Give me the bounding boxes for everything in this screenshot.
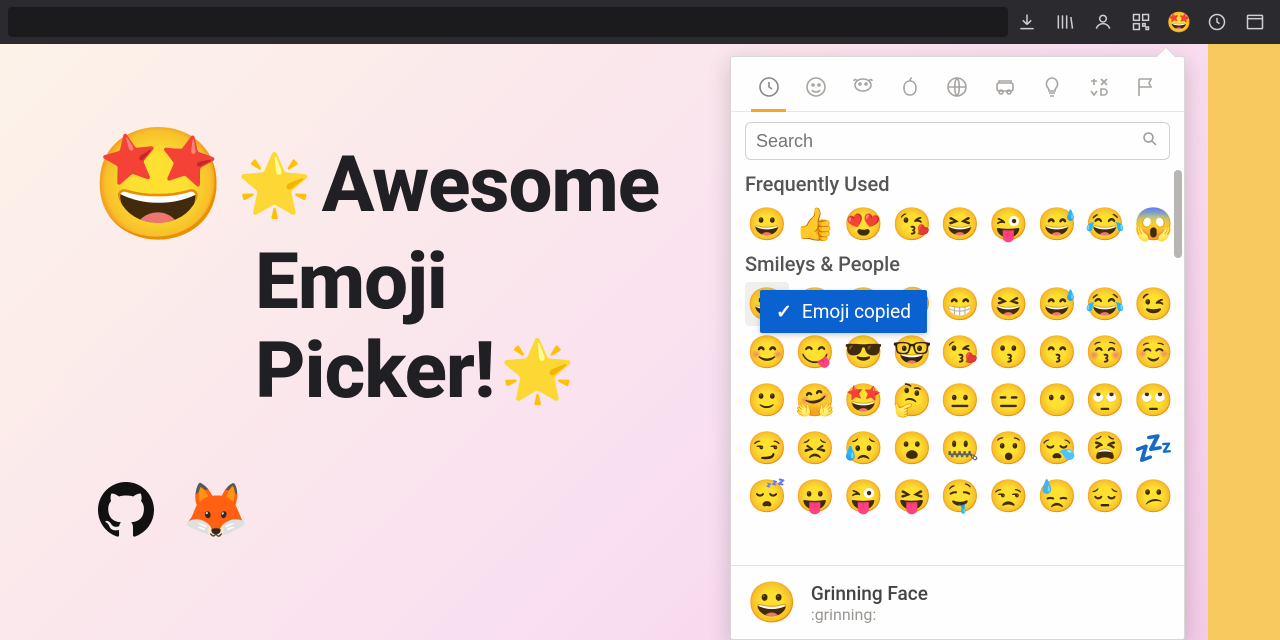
emoji-cell[interactable]: 🙂 bbox=[745, 378, 789, 422]
emoji-cell[interactable]: 🤩 bbox=[842, 378, 886, 422]
url-bar[interactable] bbox=[8, 7, 1008, 37]
emoji-cell[interactable]: 😋 bbox=[793, 330, 837, 374]
emoji-cell[interactable]: 😪 bbox=[1035, 426, 1079, 470]
title-line2: Emoji bbox=[255, 240, 730, 326]
toolbar-icons: 🤩 bbox=[1016, 11, 1280, 33]
sparkle-icon: 🌟 bbox=[500, 341, 575, 401]
copied-toast: ✓ Emoji copied bbox=[760, 290, 927, 333]
qr-icon[interactable] bbox=[1130, 11, 1152, 33]
emoji-cell[interactable]: 😀 bbox=[745, 202, 789, 246]
tab-objects[interactable] bbox=[1028, 67, 1075, 111]
window-icon[interactable] bbox=[1244, 11, 1266, 33]
search-icon bbox=[1141, 130, 1159, 152]
tab-travel[interactable] bbox=[981, 67, 1028, 111]
tab-activity[interactable] bbox=[934, 67, 981, 111]
emoji-cell[interactable]: 🤔 bbox=[890, 378, 934, 422]
emoji-cell[interactable]: 👍 bbox=[793, 202, 837, 246]
emoji-cell[interactable]: 🤓 bbox=[890, 330, 934, 374]
search-box[interactable] bbox=[745, 122, 1170, 160]
hero-emoji: 🤩 bbox=[90, 130, 227, 240]
title-line1: Awesome bbox=[322, 140, 659, 231]
title-line3: Picker! bbox=[255, 326, 494, 417]
emoji-cell[interactable]: 😔 bbox=[1083, 474, 1127, 518]
preview-bar: 😀 Grinning Face :grinning: bbox=[731, 565, 1184, 639]
account-icon[interactable] bbox=[1092, 11, 1114, 33]
emoji-cell[interactable]: 🤗 bbox=[793, 378, 837, 422]
search-input[interactable] bbox=[756, 131, 1141, 152]
tab-food[interactable] bbox=[887, 67, 934, 111]
emoji-cell[interactable]: 💤 bbox=[1132, 426, 1176, 470]
emoji-cell[interactable]: 😝 bbox=[890, 474, 934, 518]
emoji-cell[interactable]: 😜 bbox=[987, 202, 1031, 246]
emoji-picker-panel: Frequently Used 😀👍😍😘😆😜😅😂😱 Smileys & Peop… bbox=[730, 56, 1185, 640]
emoji-cell[interactable]: 😑 bbox=[987, 378, 1031, 422]
emoji-cell[interactable]: 😎 bbox=[842, 330, 886, 374]
emoji-cell[interactable]: 😅 bbox=[1035, 202, 1079, 246]
emoji-cell[interactable]: 😱 bbox=[1132, 202, 1176, 246]
check-icon: ✓ bbox=[776, 300, 792, 323]
preview-code: :grinning: bbox=[811, 605, 928, 624]
emoji-cell[interactable]: 😂 bbox=[1083, 202, 1127, 246]
emoji-cell[interactable]: 😆 bbox=[938, 202, 982, 246]
emoji-scroll-area: Frequently Used 😀👍😍😘😆😜😅😂😱 Smileys & Peop… bbox=[731, 166, 1184, 565]
sparkle-icon: 🌟 bbox=[237, 155, 312, 215]
category-tabs bbox=[731, 57, 1184, 112]
emoji-cell[interactable]: 🙄 bbox=[1083, 378, 1127, 422]
emoji-cell[interactable]: 😂 bbox=[1083, 282, 1127, 326]
emoji-extension-icon[interactable]: 🤩 bbox=[1168, 11, 1190, 33]
tab-flags[interactable] bbox=[1123, 67, 1170, 111]
emoji-cell[interactable]: 😁 bbox=[938, 282, 982, 326]
preview-name: Grinning Face bbox=[811, 582, 928, 605]
section-frequent-title: Frequently Used bbox=[745, 172, 1176, 196]
emoji-cell[interactable]: 😮 bbox=[890, 426, 934, 470]
right-accent-band bbox=[1208, 0, 1280, 640]
tab-symbols[interactable] bbox=[1076, 67, 1123, 111]
emoji-cell[interactable]: 😒 bbox=[987, 474, 1031, 518]
tab-animals[interactable] bbox=[839, 67, 886, 111]
emoji-cell[interactable]: 😣 bbox=[793, 426, 837, 470]
emoji-cell[interactable]: 😜 bbox=[842, 474, 886, 518]
emoji-cell[interactable]: 😏 bbox=[745, 426, 789, 470]
emoji-cell[interactable]: 😛 bbox=[793, 474, 837, 518]
emoji-cell[interactable]: 😴 bbox=[745, 474, 789, 518]
browser-toolbar: 🤩 bbox=[0, 0, 1280, 44]
emoji-cell[interactable]: 😊 bbox=[745, 330, 789, 374]
emoji-cell[interactable]: 😯 bbox=[987, 426, 1031, 470]
emoji-cell[interactable]: ☺️ bbox=[1132, 330, 1176, 374]
download-icon[interactable] bbox=[1016, 11, 1038, 33]
emoji-cell[interactable]: 😆 bbox=[987, 282, 1031, 326]
emoji-cell[interactable]: 😅 bbox=[1035, 282, 1079, 326]
emoji-cell[interactable]: 😙 bbox=[1035, 330, 1079, 374]
emoji-cell[interactable]: 🤤 bbox=[938, 474, 982, 518]
emoji-cell[interactable]: 😫 bbox=[1083, 426, 1127, 470]
emoji-cell[interactable]: 😘 bbox=[890, 202, 934, 246]
toast-text: Emoji copied bbox=[802, 300, 911, 323]
hero-title: 🤩 🌟 Awesome Emoji Picker! 🌟 bbox=[90, 130, 730, 417]
firefox-icon[interactable]: 🦊 bbox=[182, 480, 249, 543]
tab-recent[interactable] bbox=[745, 67, 792, 111]
emoji-cell[interactable]: 😍 bbox=[842, 202, 886, 246]
emoji-cell[interactable]: 😘 bbox=[938, 330, 982, 374]
emoji-cell[interactable]: 😚 bbox=[1083, 330, 1127, 374]
emoji-cell[interactable]: 😉 bbox=[1132, 282, 1176, 326]
footer-links: 🦊 bbox=[98, 480, 249, 543]
preview-emoji: 😀 bbox=[747, 579, 797, 626]
frequent-grid: 😀👍😍😘😆😜😅😂😱 bbox=[745, 202, 1176, 246]
emoji-cell[interactable]: 😕 bbox=[1132, 474, 1176, 518]
library-icon[interactable] bbox=[1054, 11, 1076, 33]
emoji-cell[interactable]: 😶 bbox=[1035, 378, 1079, 422]
section-smileys-title: Smileys & People bbox=[745, 252, 1176, 276]
emoji-cell[interactable]: 😓 bbox=[1035, 474, 1079, 518]
history-icon[interactable] bbox=[1206, 11, 1228, 33]
emoji-cell[interactable]: 😐 bbox=[938, 378, 982, 422]
scrollbar-thumb[interactable] bbox=[1174, 170, 1182, 258]
emoji-cell[interactable]: 🙄 bbox=[1132, 378, 1176, 422]
emoji-cell[interactable]: 😗 bbox=[987, 330, 1031, 374]
emoji-cell[interactable]: 😥 bbox=[842, 426, 886, 470]
tab-smileys[interactable] bbox=[792, 67, 839, 111]
github-icon[interactable] bbox=[98, 482, 154, 542]
emoji-cell[interactable]: 🤐 bbox=[938, 426, 982, 470]
